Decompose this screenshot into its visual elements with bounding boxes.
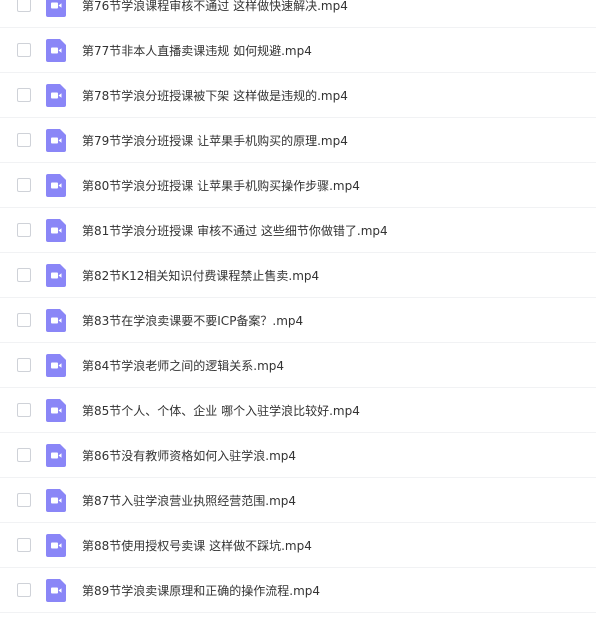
file-row[interactable]: 第84节学浪老师之间的逻辑关系.mp4 [0, 343, 596, 388]
row-checkbox[interactable] [17, 403, 31, 417]
video-file-icon [46, 264, 66, 287]
file-name[interactable]: 第83节在学浪卖课要不要ICP备案？.mp4 [82, 311, 303, 331]
video-file-icon [46, 219, 66, 242]
file-row[interactable]: 第86节没有教师资格如何入驻学浪.mp4 [0, 433, 596, 478]
row-checkbox[interactable] [17, 538, 31, 552]
video-file-icon [46, 309, 66, 332]
file-name[interactable]: 第76节学浪课程审核不通过 这样做快速解决.mp4 [82, 0, 348, 16]
video-file-icon [46, 534, 66, 557]
file-name[interactable]: 第78节学浪分班授课被下架 这样做是违规的.mp4 [82, 86, 348, 106]
file-name[interactable]: 第79节学浪分班授课 让苹果手机购买的原理.mp4 [82, 131, 348, 151]
file-name[interactable]: 第85节个人、个体、企业 哪个入驻学浪比较好.mp4 [82, 401, 360, 421]
file-row[interactable]: 第89节学浪卖课原理和正确的操作流程.mp4 [0, 568, 596, 613]
file-name[interactable]: 第81节学浪分班授课 审核不通过 这些细节你做错了.mp4 [82, 221, 388, 241]
file-row[interactable]: 第79节学浪分班授课 让苹果手机购买的原理.mp4 [0, 118, 596, 163]
video-file-icon [46, 579, 66, 602]
video-file-icon [46, 444, 66, 467]
row-checkbox[interactable] [17, 358, 31, 372]
row-checkbox[interactable] [17, 583, 31, 597]
file-row[interactable]: 第77节非本人直播卖课违规 如何规避.mp4 [0, 28, 596, 73]
file-name[interactable]: 第86节没有教师资格如何入驻学浪.mp4 [82, 446, 296, 466]
file-row[interactable]: 第88节使用授权号卖课 这样做不踩坑.mp4 [0, 523, 596, 568]
file-row[interactable]: 第78节学浪分班授课被下架 这样做是违规的.mp4 [0, 73, 596, 118]
row-checkbox[interactable] [17, 223, 31, 237]
file-name[interactable]: 第80节学浪分班授课 让苹果手机购买操作步骤.mp4 [82, 176, 360, 196]
file-list: 第76节学浪课程审核不通过 这样做快速解决.mp4 第77节非本人直播卖课违规 如… [0, 0, 596, 630]
row-checkbox[interactable] [17, 178, 31, 192]
row-checkbox[interactable] [17, 493, 31, 507]
row-checkbox[interactable] [17, 133, 31, 147]
video-file-icon [46, 354, 66, 377]
video-file-icon [46, 174, 66, 197]
row-checkbox[interactable] [17, 43, 31, 57]
video-file-icon [46, 84, 66, 107]
row-checkbox[interactable] [17, 88, 31, 102]
file-row[interactable]: 第81节学浪分班授课 审核不通过 这些细节你做错了.mp4 [0, 208, 596, 253]
file-name[interactable]: 第77节非本人直播卖课违规 如何规避.mp4 [82, 41, 312, 61]
row-checkbox[interactable] [17, 268, 31, 282]
video-file-icon [46, 489, 66, 512]
row-checkbox[interactable] [17, 448, 31, 462]
file-row[interactable]: 第80节学浪分班授课 让苹果手机购买操作步骤.mp4 [0, 163, 596, 208]
video-file-icon [46, 399, 66, 422]
video-file-icon [46, 39, 66, 62]
file-row[interactable]: 第82节K12相关知识付费课程禁止售卖.mp4 [0, 253, 596, 298]
video-file-icon [46, 129, 66, 152]
file-name[interactable]: 第82节K12相关知识付费课程禁止售卖.mp4 [82, 266, 319, 286]
row-checkbox[interactable] [17, 0, 31, 12]
file-row[interactable]: 第87节入驻学浪营业执照经营范围.mp4 [0, 478, 596, 523]
file-row[interactable]: 第83节在学浪卖课要不要ICP备案？.mp4 [0, 298, 596, 343]
file-name[interactable]: 第89节学浪卖课原理和正确的操作流程.mp4 [82, 581, 320, 601]
file-name[interactable]: 第88节使用授权号卖课 这样做不踩坑.mp4 [82, 536, 312, 556]
video-file-icon [46, 0, 66, 17]
file-row[interactable]: 第76节学浪课程审核不通过 这样做快速解决.mp4 [0, 0, 596, 28]
file-name[interactable]: 第84节学浪老师之间的逻辑关系.mp4 [82, 356, 284, 376]
file-row[interactable]: 第85节个人、个体、企业 哪个入驻学浪比较好.mp4 [0, 388, 596, 433]
row-checkbox[interactable] [17, 313, 31, 327]
file-name[interactable]: 第87节入驻学浪营业执照经营范围.mp4 [82, 491, 296, 511]
